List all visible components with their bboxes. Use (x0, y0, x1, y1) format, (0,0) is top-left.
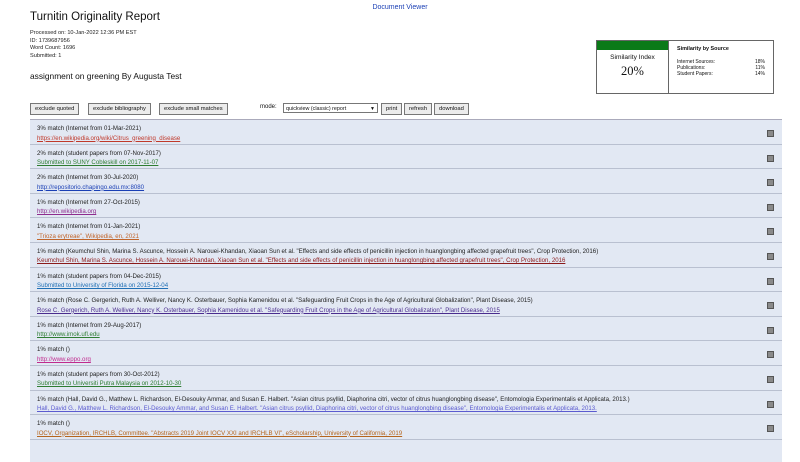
match-row: 1% match (Hall, David G., Matthew L. Ric… (30, 391, 782, 416)
expand-icon[interactable] (767, 326, 774, 334)
expand-icon[interactable] (767, 179, 774, 187)
match-source-link[interactable]: http://repositorio.chapingo.edu.mx:8080 (37, 184, 144, 191)
match-source-link[interactable]: Submitted to University of Florida on 20… (37, 282, 168, 289)
match-source-link[interactable]: "Trioza erytreae", Wikipedia, en, 2021 (37, 233, 139, 240)
similarity-panel: Similarity Index 20% Similarity by Sourc… (596, 40, 774, 94)
mode-select-value: quickview (classic) report (286, 106, 347, 112)
expand-icon[interactable] (767, 302, 774, 310)
match-row: 1% match (student papers from 30-Oct-201… (30, 366, 782, 391)
similarity-index-box: Similarity Index 20% (597, 41, 669, 93)
exclude-small-matches-button[interactable]: exclude small matches (159, 103, 228, 115)
match-source-link[interactable]: http://en.wikipedia.org (37, 208, 96, 215)
match-source-link[interactable]: http://www.eppo.org (37, 356, 91, 363)
match-info: 1% match (student papers from 30-Oct-201… (37, 370, 160, 378)
expand-icon[interactable] (767, 203, 774, 211)
match-source-link[interactable]: Hall, David G., Matthew L. Richardson, E… (37, 405, 597, 412)
similarity-index-label: Similarity Index (610, 54, 655, 61)
match-source-link[interactable]: http://www.imok.ufl.edu (37, 331, 100, 338)
source-label: Student Papers: (677, 71, 713, 77)
source-student-papers: Student Papers: 14% (677, 71, 765, 77)
expand-icon[interactable] (767, 400, 774, 408)
match-row: 1% match (Rose C. Gergerich, Ruth A. Wel… (30, 292, 782, 317)
report-id: ID: 1739687956 (30, 37, 70, 44)
print-button[interactable]: print (381, 103, 403, 115)
match-info: 1% match (Hall, David G., Matthew L. Ric… (37, 395, 630, 403)
similarity-index-value: 20% (621, 64, 644, 78)
match-row: 1% match () IOCV, Organization, IRCHLB, C… (30, 415, 782, 440)
word-count: Word Count: 1696 (30, 45, 76, 52)
report-title: Turnitin Originality Report (30, 11, 160, 23)
match-info: 1% match (Internet from 29-Aug-2017) (37, 321, 142, 329)
match-list: 3% match (Internet from 01-Mar-2021) http… (30, 119, 782, 462)
match-info: 1% match (Rose C. Gergerich, Ruth A. Wel… (37, 297, 533, 305)
match-source-link[interactable]: Submitted to Universiti Putra Malaysia o… (37, 380, 181, 387)
exclude-bibliography-button[interactable]: exclude bibliography (88, 103, 151, 115)
processed-date: Processed on: 10-Jan-2022 12:36 PM EST (30, 30, 137, 36)
match-row: 1% match (Internet from 27-Oct-2015) http… (30, 194, 782, 219)
expand-icon[interactable] (767, 228, 774, 236)
match-source-link[interactable]: Rose C. Gergerich, Ruth A. Welliver, Nan… (37, 307, 500, 314)
match-info: 1% match (Keumchul Shin, Marina S. Ascun… (37, 247, 599, 255)
expand-icon[interactable] (767, 252, 774, 260)
expand-icon[interactable] (767, 277, 774, 285)
download-button[interactable]: download (434, 103, 469, 115)
refresh-button[interactable]: refresh (404, 103, 433, 115)
match-info: 1% match (Internet from 27-Oct-2015) (37, 198, 140, 206)
submitted-count: Submitted: 1 (30, 52, 62, 59)
match-row: 1% match (Keumchul Shin, Marina S. Ascun… (30, 243, 782, 268)
assignment-title: assignment on greening By Augusta Test (30, 71, 182, 81)
match-row: 1% match (student papers from 04-Dec-201… (30, 268, 782, 293)
match-info: 1% match () (37, 420, 70, 428)
match-info: 2% match (student papers from 07-Nov-201… (37, 149, 161, 157)
similarity-bar (597, 41, 668, 50)
match-info: 1% match (student papers from 04-Dec-201… (37, 272, 161, 280)
match-source-link[interactable]: https://en.wikipedia.org/wiki/Citrus_gre… (37, 135, 180, 142)
expand-icon[interactable] (767, 130, 774, 137)
exclude-quoted-button[interactable]: exclude quoted (30, 103, 80, 115)
match-row: 1% match (Internet from 29-Aug-2017) http… (30, 317, 782, 342)
match-info: 3% match (Internet from 01-Mar-2021) (37, 125, 141, 132)
report-meta: Processed on: 10-Jan-2022 12:36 PM EST I… (30, 30, 137, 60)
match-info: 2% match (Internet from 30-Jul-2020) (37, 174, 139, 182)
match-source-link[interactable]: Submitted to SUNY Cobleskill on 2017-11-… (37, 159, 158, 166)
document-viewer-link[interactable]: Document Viewer (0, 4, 800, 11)
match-row: 2% match (Internet from 30-Jul-2020) http… (30, 169, 782, 194)
match-row: 1% match () http://www.eppo.org (30, 341, 782, 366)
similarity-by-source-title: Similarity by Source (677, 46, 729, 52)
match-row: 3% match (Internet from 01-Mar-2021) http… (30, 120, 782, 145)
chevron-down-icon: ▼ (370, 106, 375, 112)
expand-icon[interactable] (767, 375, 774, 383)
match-info: 1% match () (37, 346, 70, 354)
expand-icon[interactable] (767, 425, 774, 433)
match-source-link[interactable]: Keumchul Shin, Marina S. Ascunce, Hossei… (37, 257, 565, 264)
expand-icon[interactable] (767, 154, 774, 162)
mode-label: mode: (260, 104, 277, 110)
match-info: 1% match (Internet from 01-Jan-2021) (37, 223, 141, 231)
toolbar: exclude quoted exclude bibliography excl… (30, 103, 780, 115)
match-row: 1% match (Internet from 01-Jan-2021) "Tri… (30, 218, 782, 243)
expand-icon[interactable] (767, 351, 774, 359)
match-source-link[interactable]: IOCV, Organization, IRCHLB, Committee. "… (37, 430, 402, 437)
match-row: 2% match (student papers from 07-Nov-201… (30, 145, 782, 170)
mode-select[interactable]: quickview (classic) report ▼ (283, 103, 378, 113)
source-value: 14% (754, 71, 765, 77)
